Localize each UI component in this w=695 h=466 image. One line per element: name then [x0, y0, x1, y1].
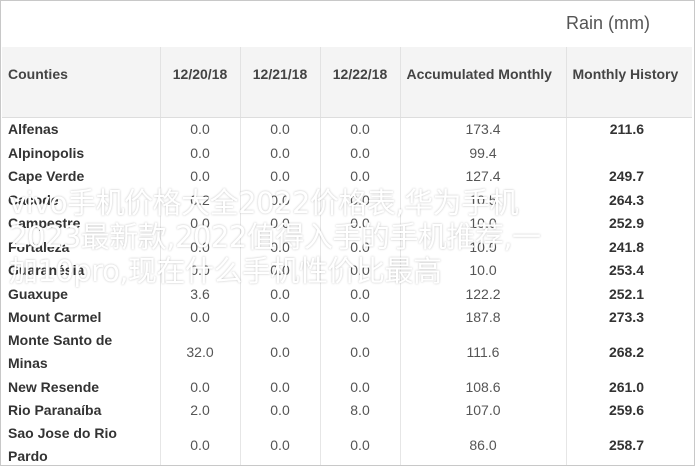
history-cell: 249.7 — [608, 168, 644, 185]
table-body: Alfenas 0.0 0.0 0.0 173.4 211.6 Alpinopolis 0.0… — [2, 117, 692, 465]
accumulated-cell: 111.6 — [400, 329, 567, 375]
date-3-cell: 0.0 — [320, 422, 401, 465]
date-3-cell: 0.0 — [320, 164, 401, 188]
county-cell: Alfenas — [2, 117, 161, 141]
county-cell: Rio Paranaíba — [2, 398, 161, 422]
date-1-cell: 0.0 — [160, 117, 241, 141]
county-cell: Alpinopolis — [2, 141, 161, 165]
date-1-cell: 0.0 — [160, 164, 241, 188]
date-3-cell: 8.0 — [320, 398, 401, 422]
accumulated-cell: 107.0 — [400, 398, 567, 422]
history-cell: 259.6 — [608, 402, 644, 419]
history-cell: 261.0 — [608, 378, 644, 395]
history-cell: 241.8 — [608, 238, 644, 255]
date-3-cell: 0.0 — [320, 329, 401, 375]
county-cell: Sao Jose do Rio Pardo — [2, 422, 161, 465]
table-row: Cape Verde 0.0 0.0 0.0 127.4 249.7 — [2, 164, 692, 188]
date-3-cell: 0.0 — [320, 141, 401, 165]
header-monthly-history[interactable]: Monthly History — [566, 47, 692, 118]
date-1-cell: 0.0 — [160, 422, 241, 465]
table-row: Monte Santo de Minas 32.0 0.0 0.0 111.6 268.2 — [2, 329, 692, 375]
date-1-cell: 0.0 — [160, 141, 241, 165]
unit-label: Rain (mm) — [566, 13, 650, 33]
history-cell: 211.6 — [609, 121, 644, 138]
date-2-cell: 0.0 — [240, 398, 321, 422]
accumulated-cell: 173.4 — [400, 117, 567, 141]
history-cell: 253.4 — [608, 262, 644, 279]
county-cell: New Resende — [2, 375, 161, 399]
table-row: Alfenas 0.0 0.0 0.0 173.4 211.6 — [2, 117, 692, 141]
date-2-cell: 0.0 — [240, 141, 321, 165]
date-1-cell: 0.0 — [160, 375, 241, 399]
table-row: New Resende 0.0 0.0 0.0 108.6 261.0 — [2, 375, 692, 399]
table-row: Sao Jose do Rio Pardo 0.0 0.0 0.0 86.0 258.7 — [2, 422, 692, 465]
date-1-cell: 0.0 — [160, 305, 241, 329]
date-1-cell: 32.0 — [160, 329, 241, 375]
table-row: Alpinopolis 0.0 0.0 0.0 99.4 — [2, 141, 692, 165]
rainfall-table-panel: Rain (mm) Counties 12/20/18 12/21/18 12/… — [0, 0, 695, 466]
date-2-cell: 0.0 — [240, 117, 321, 141]
history-cell: 273.3 — [608, 309, 644, 326]
header-counties[interactable]: Counties — [2, 47, 161, 118]
header-accumulated-monthly[interactable]: Accumulated Monthly — [400, 47, 567, 118]
county-cell: Monte Santo de Minas — [2, 329, 161, 375]
header-date-1[interactable]: 12/20/18 — [160, 47, 241, 118]
date-1-cell: 2.0 — [160, 398, 241, 422]
header-date-2[interactable]: 12/21/18 — [240, 47, 321, 118]
date-2-cell: 0.0 — [240, 164, 321, 188]
history-cell: 268.2 — [608, 344, 644, 360]
history-cell — [566, 141, 692, 165]
date-3-cell: 0.0 — [320, 305, 401, 329]
accumulated-cell: 187.8 — [400, 305, 567, 329]
date-3-cell: 0.0 — [320, 117, 401, 141]
history-cell: 252.1 — [608, 285, 644, 302]
table-row: Rio Paranaíba 2.0 0.0 8.0 107.0 259.6 — [2, 398, 692, 422]
county-cell: Cape Verde — [2, 164, 161, 188]
date-2-cell: 0.0 — [240, 329, 321, 375]
overlay-watermark-text: vivo手机价格大全2022价格表,华为手机2023最新款,2022值得入手的手… — [9, 186, 541, 288]
accumulated-cell: 99.4 — [400, 141, 567, 165]
history-cell: 252.9 — [608, 215, 644, 232]
date-2-cell: 0.0 — [240, 375, 321, 399]
accumulated-cell: 127.4 — [400, 164, 567, 188]
accumulated-cell: 108.6 — [400, 375, 567, 399]
table-header-row: Counties 12/20/18 12/21/18 12/22/18 Accu… — [2, 47, 692, 118]
history-cell: 258.7 — [608, 437, 644, 453]
county-cell: Mount Carmel — [2, 305, 161, 329]
table-row: Mount Carmel 0.0 0.0 0.0 187.8 273.3 — [2, 305, 692, 329]
date-3-cell: 0.0 — [320, 375, 401, 399]
date-2-cell: 0.0 — [240, 422, 321, 465]
accumulated-cell: 86.0 — [400, 422, 567, 465]
history-cell: 264.3 — [608, 191, 644, 208]
date-2-cell: 0.0 — [240, 305, 321, 329]
header-date-3[interactable]: 12/22/18 — [320, 47, 401, 118]
